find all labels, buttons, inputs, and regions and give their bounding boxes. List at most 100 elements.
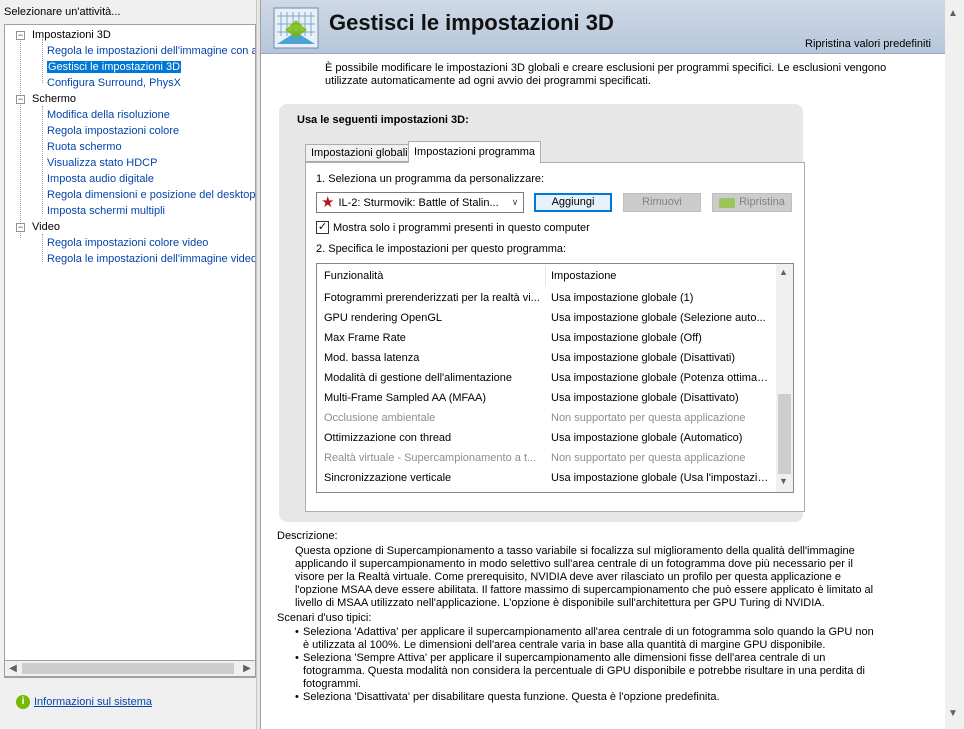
page-title: Gestisci le impostazioni 3D — [329, 10, 614, 35]
table-vertical-scrollbar[interactable]: ▲ ▼ — [776, 264, 793, 492]
tree-group-label: Video — [32, 221, 60, 233]
table-row[interactable]: Max Frame Rate Usa impostazione globale (… — [317, 328, 775, 348]
feature-cell: Realtà virtuale - Supercampionamento a t… — [324, 452, 537, 464]
program-dropdown-value: IL-2: Sturmovik: Battle of Stalin... — [338, 196, 499, 209]
tab-content: 1. Seleziona un programma da personalizz… — [305, 162, 805, 512]
specify-settings-label: 2. Specifica le impostazioni per questo … — [316, 243, 567, 255]
column-separator — [545, 266, 546, 286]
task-pane: Selezionare un'attività... − Impostazion… — [0, 0, 260, 729]
tab-global-settings[interactable]: Impostazioni globali — [305, 144, 414, 162]
feature-cell: Max Frame Rate — [324, 332, 406, 344]
scroll-thumb[interactable] — [22, 663, 234, 674]
tree-item-video-color[interactable]: Regola impostazioni colore video — [47, 235, 208, 251]
scroll-up-icon[interactable]: ▲ — [779, 267, 788, 277]
collapse-icon[interactable]: − — [16, 31, 25, 40]
tree-connector — [42, 106, 43, 214]
column-header-setting[interactable]: Impostazione — [551, 270, 616, 282]
nvidia-icon: i — [16, 695, 30, 709]
list-item: Seleziona 'Adattiva' per applicare il su… — [295, 626, 875, 652]
chevron-down-icon[interactable]: ∨ — [507, 197, 523, 208]
intro-text: È possibile modificare le impostazioni 3… — [325, 62, 887, 87]
tree-item-hdcp[interactable]: Visualizza stato HDCP — [47, 155, 157, 171]
feature-settings-table[interactable]: Funzionalità Impostazione Fotogrammi pre… — [316, 263, 794, 493]
table-row[interactable]: GPU rendering OpenGL Usa impostazione glo… — [317, 308, 775, 328]
usage-title: Scenari d'uso tipici: — [277, 612, 372, 624]
table-row[interactable]: Sincronizzazione verticale Usa impostazio… — [317, 468, 775, 488]
tree-item-color[interactable]: Regola impostazioni colore — [47, 123, 179, 139]
show-local-programs-checkbox[interactable]: ✓ Mostra solo i programmi presenti in qu… — [316, 221, 590, 234]
task-pane-header: Selezionare un'attività... — [4, 6, 121, 18]
scroll-up-icon[interactable]: ▲ — [948, 8, 958, 19]
setting-cell[interactable]: Usa impostazione globale (Automatico) — [551, 428, 769, 448]
add-button[interactable]: Aggiungi — [534, 193, 612, 212]
column-header-feature[interactable]: Funzionalità — [324, 270, 383, 282]
scroll-left-icon[interactable]: ◀ — [5, 661, 21, 676]
tree-item-multi-display[interactable]: Imposta schermi multipli — [47, 203, 165, 219]
table-row[interactable]: Modalità di gestione dell'alimentazione U… — [317, 368, 775, 388]
task-tree[interactable]: − Impostazioni 3D Regola le impostazioni… — [4, 24, 256, 678]
collapse-icon[interactable]: − — [16, 95, 25, 104]
setting-cell: Non supportato per questa applicazione — [551, 412, 746, 424]
scroll-thumb[interactable] — [778, 394, 791, 474]
feature-cell: Mod. bassa latenza — [324, 352, 420, 364]
scroll-down-icon[interactable]: ▼ — [948, 708, 958, 719]
tree-item-desktop-size[interactable]: Regola dimensioni e posizione del deskto… — [47, 187, 255, 203]
program-dropdown[interactable]: ★ IL-2: Sturmovik: Battle of Stalin... ∨ — [316, 192, 524, 213]
tree-item-image-settings[interactable]: Regola le impostazioni dell'immagine con… — [47, 43, 255, 59]
content-pane: Gestisci le impostazioni 3D Ripristina v… — [260, 0, 964, 729]
panel-title: Usa le seguenti impostazioni 3D: — [297, 114, 469, 126]
tree-horizontal-scrollbar[interactable]: ◀ ▶ — [4, 660, 256, 677]
tab-program-settings[interactable]: Impostazioni programma — [408, 141, 542, 163]
setting-cell[interactable]: Usa impostazione globale (Potenza ottima… — [551, 368, 769, 388]
table-row[interactable]: Realtà virtuale - Supercampionamento a t… — [317, 448, 775, 468]
tree-item-rotate[interactable]: Ruota schermo — [47, 139, 122, 155]
system-info-link[interactable]: i Informazioni sul sistema — [16, 695, 152, 709]
table-row[interactable]: Multi-Frame Sampled AA (MFAA) Usa imposta… — [317, 388, 775, 408]
tree-item-resolution[interactable]: Modifica della risoluzione — [47, 107, 170, 123]
tree-item-audio[interactable]: Imposta audio digitale — [47, 171, 154, 187]
table-row[interactable]: Fotogrammi prerenderizzati per la realtà… — [317, 288, 775, 308]
3d-settings-icon — [273, 7, 319, 49]
restore-defaults-link[interactable]: Ripristina valori predefiniti — [805, 38, 931, 50]
tree-item-manage-3d[interactable]: Gestisci le impostazioni 3D — [47, 59, 182, 75]
setting-cell[interactable]: Usa impostazione globale (Disattivato) — [551, 388, 769, 408]
list-item: Seleziona 'Sempre Attiva' per applicare … — [295, 652, 875, 691]
scroll-down-icon[interactable]: ▼ — [779, 476, 788, 486]
setting-cell[interactable]: Usa impostazione globale (Off) — [551, 328, 769, 348]
checkmark-icon[interactable]: ✓ — [316, 221, 329, 234]
usage-list: Seleziona 'Adattiva' per applicare il su… — [295, 626, 875, 704]
collapse-icon[interactable]: − — [16, 223, 25, 232]
feature-cell: Modalità di gestione dell'alimentazione — [324, 372, 512, 384]
remove-button[interactable]: Rimuovi — [623, 193, 701, 212]
table-header: Funzionalità Impostazione — [317, 264, 775, 288]
list-item: Seleziona 'Disattivata' per disabilitare… — [295, 691, 875, 704]
feature-cell: Ottimizzazione con thread — [324, 432, 452, 444]
feature-cell: Fotogrammi prerenderizzati per la realtà… — [324, 292, 540, 304]
select-program-label: 1. Seleziona un programma da personalizz… — [316, 173, 545, 185]
tree-item-surround-physx[interactable]: Configura Surround, PhysX — [47, 75, 181, 91]
table-row[interactable]: Ottimizzazione con thread Usa impostazion… — [317, 428, 775, 448]
checkbox-label: Mostra solo i programmi presenti in ques… — [333, 221, 590, 234]
setting-cell[interactable]: Usa impostazione globale (Disattivati) — [551, 348, 769, 368]
table-row[interactable]: Mod. bassa latenza Usa impostazione globa… — [317, 348, 775, 368]
description-text: Questa opzione di Supercampionamento a t… — [295, 545, 874, 609]
system-info-label: Informazioni sul sistema — [34, 696, 152, 708]
restore-button[interactable]: Ripristina — [712, 193, 792, 212]
scroll-right-icon[interactable]: ▶ — [239, 661, 255, 676]
setting-cell[interactable]: Usa impostazione globale (1) — [551, 288, 769, 308]
star-icon: ★ — [321, 194, 335, 211]
setting-cell[interactable]: Usa impostazione globale (Usa l'impostaz… — [551, 468, 769, 488]
tree-group-label: Impostazioni 3D — [32, 29, 111, 41]
tree-group-label: Schermo — [32, 93, 77, 105]
restore-button-label: Ripristina — [739, 196, 785, 208]
settings-panel: Usa le seguenti impostazioni 3D: Imposta… — [279, 104, 805, 522]
description-title: Descrizione: — [277, 530, 338, 542]
content-vertical-scrollbar[interactable]: ▲ ▼ — [945, 0, 964, 729]
tree-item-video-image[interactable]: Regola le impostazioni dell'immagine vid… — [47, 251, 255, 267]
nvidia-icon — [719, 197, 736, 208]
tree-item-label: Gestisci le impostazioni 3D — [47, 61, 182, 73]
setting-cell[interactable]: Usa impostazione globale (Selezione auto… — [551, 308, 769, 328]
tree-connector — [20, 39, 21, 238]
feature-cell: Sincronizzazione verticale — [324, 472, 452, 484]
table-row[interactable]: Occlusione ambientale Non supportato per … — [317, 408, 775, 428]
